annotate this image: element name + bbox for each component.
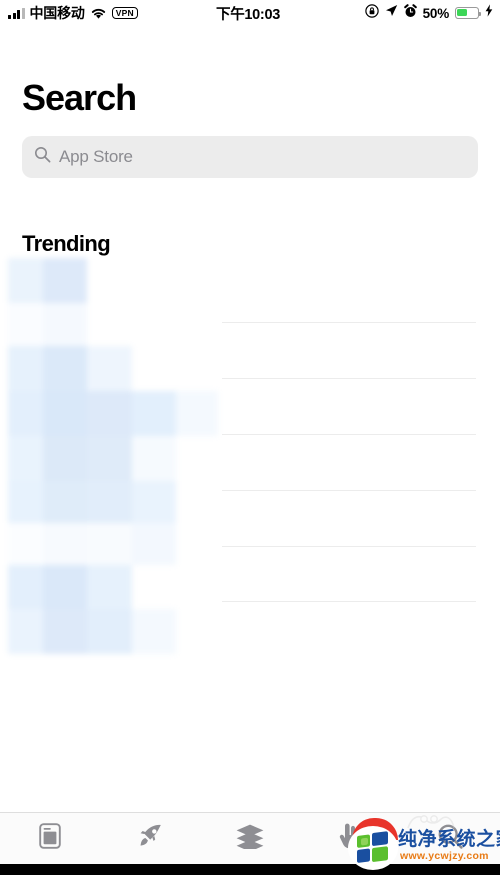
carrier-label: 中国移动 — [29, 5, 85, 21]
search-placeholder-text: App Store — [59, 147, 133, 166]
tab-apps[interactable] — [200, 813, 300, 865]
battery-icon — [455, 7, 481, 19]
tab-bar — [0, 812, 500, 864]
status-bar-right: 50% — [364, 0, 493, 26]
search-icon — [34, 146, 51, 168]
search-input[interactable]: App Store — [22, 136, 478, 178]
arcade-hand-icon — [337, 822, 363, 855]
home-indicator-bar — [0, 864, 500, 875]
app-store-search-screen: 中国移动 VPN 下午10:03 50% Search App Store Tr… — [0, 0, 500, 875]
list-separator — [222, 322, 476, 323]
cellular-signal-icon — [8, 7, 25, 19]
rotation-lock-icon — [364, 3, 379, 23]
status-bar: 中国移动 VPN 下午10:03 50% — [0, 0, 500, 26]
tab-games[interactable] — [100, 813, 200, 865]
status-bar-left: 中国移动 VPN — [8, 0, 138, 26]
document-icon — [37, 822, 63, 855]
tab-today[interactable] — [0, 813, 100, 865]
list-separator — [222, 546, 476, 547]
tab-search[interactable] — [400, 813, 500, 865]
list-separator — [222, 434, 476, 435]
alarm-clock-icon — [403, 3, 417, 23]
lightning-bolt-icon — [485, 4, 493, 22]
list-separator — [222, 490, 476, 491]
page-title: Search — [22, 77, 137, 118]
status-bar-clock: 下午10:03 — [216, 6, 280, 23]
list-separator — [222, 601, 476, 602]
rocket-icon — [136, 822, 164, 855]
battery-percent-label: 50% — [422, 5, 450, 21]
wifi-icon — [90, 7, 107, 20]
search-icon — [437, 823, 464, 855]
trending-heading: Trending — [22, 231, 111, 256]
vpn-badge: VPN — [111, 7, 138, 19]
tab-arcade[interactable] — [300, 813, 400, 865]
layers-icon — [235, 823, 265, 854]
list-separator — [222, 378, 476, 379]
location-arrow-icon — [385, 4, 398, 22]
trending-loading-skeleton — [0, 258, 240, 656]
